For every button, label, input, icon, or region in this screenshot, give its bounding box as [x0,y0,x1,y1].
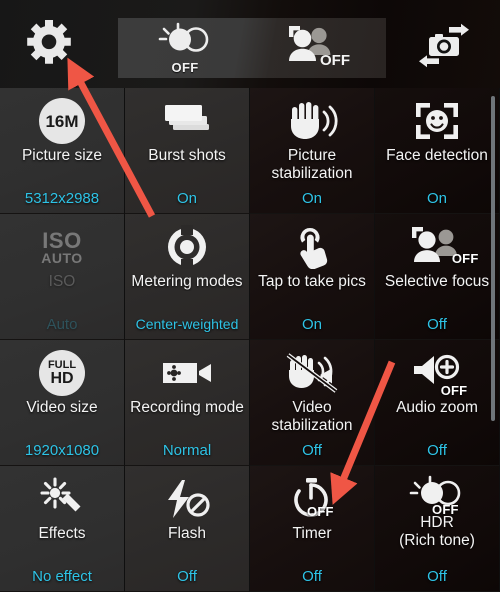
setting-label: Flash [168,525,206,542]
toolbar-switch-camera-button[interactable] [404,18,484,78]
setting-value: On [426,190,447,207]
face-detection-icon [375,97,499,145]
settings-button[interactable] [10,13,88,75]
setting-label: Picture size [21,147,103,164]
gear-icon [24,17,74,72]
setting-label: Video stabilization [271,399,353,434]
video-size-badge-icon: FULL HD [0,349,124,397]
picture-size-badge-icon: 16M [0,97,124,145]
toolbar-hdr-state: OFF [171,60,199,75]
setting-tile-effects[interactable]: Effects No effect [0,466,125,592]
setting-value: No effect [32,568,92,585]
setting-value: Center-weighted [135,316,239,332]
setting-value: Off [302,442,322,459]
setting-label: Tap to take pics [258,273,366,290]
picture-stabilization-icon [250,97,374,145]
setting-tile-timer[interactable]: OFF Timer Off [250,466,375,592]
setting-value: Normal [162,442,212,459]
setting-tile-video-stabilization[interactable]: Video stabilization Off [250,340,375,466]
hdr-off-tag: OFF [432,502,459,518]
setting-tile-burst-shots[interactable]: Burst shots On [125,88,250,214]
dual-camera-icon: OFF [279,23,353,74]
effects-icon [0,475,124,523]
vertical-scrollbar[interactable] [491,96,495,421]
audio-zoom-icon: OFF [375,349,499,397]
selective-focus-off-tag: OFF [451,250,479,266]
setting-label: Selective focus [384,273,490,290]
tap-to-take-pics-icon [250,223,374,271]
setting-tile-face-detection[interactable]: Face detection On [375,88,500,214]
audio-zoom-off-tag: OFF [440,382,468,398]
recording-mode-icon [125,349,249,397]
setting-label: Face detection [386,147,488,164]
setting-label: Timer [292,525,332,542]
setting-label: Audio zoom [396,399,478,416]
setting-tile-recording-mode[interactable]: Recording mode Normal [125,340,250,466]
setting-label: Picture stabilization [271,147,353,182]
setting-tile-metering-modes[interactable]: Metering modes Center-weighted [125,214,250,340]
switch-camera-icon [413,23,475,74]
svg-text:OFF: OFF [320,52,350,69]
setting-tile-picture-stabilization[interactable]: Picture stabilization On [250,88,375,214]
setting-tile-tap-to-take-pics[interactable]: Tap to take pics On [250,214,375,340]
setting-value: Auto [46,316,78,333]
setting-value: 1920x1080 [24,442,100,459]
video-stabilization-icon [250,349,374,397]
video-size-badge-line2: HD [50,370,74,387]
setting-value: On [176,190,197,207]
timer-off-tag: OFF [307,503,334,519]
flash-icon [125,475,249,523]
iso-badge-icon: ISO AUTO [0,223,124,271]
setting-value: Off [427,568,447,585]
setting-tile-hdr-rich-tone[interactable]: OFF HDR (Rich tone) Off [375,466,500,592]
toolbar-hdr-button[interactable]: OFF [132,20,238,76]
setting-tile-video-size[interactable]: FULL HD Video size 1920x1080 [0,340,125,466]
setting-value: Off [302,568,322,585]
setting-tile-picture-size[interactable]: 16M Picture size 5312x2988 [0,88,125,214]
setting-label: Effects [38,525,86,542]
setting-label: Recording mode [130,399,244,416]
iso-badge-line2: AUTO [41,249,83,266]
setting-value: 5312x2988 [24,190,100,207]
toolbar-dual-camera-button[interactable]: OFF [258,20,374,76]
setting-tile-flash[interactable]: Flash Off [125,466,250,592]
setting-value: On [301,316,322,333]
setting-tile-selective-focus[interactable]: OFF Selective focus Off [375,214,500,340]
setting-value: On [301,190,322,207]
setting-label: Video size [26,399,98,416]
burst-shots-icon [125,97,249,145]
iso-badge-line1: ISO [42,227,82,253]
setting-tile-audio-zoom[interactable]: OFF Audio zoom Off [375,340,500,466]
setting-label-line2: (Rich tone) [399,532,475,549]
setting-value: Off [177,568,197,585]
setting-label: Burst shots [148,147,226,164]
camera-settings-grid: 16M Picture size 5312x2988 Burst shots O… [0,88,500,592]
setting-label: Metering modes [131,273,243,290]
selective-focus-icon: OFF [375,223,499,271]
picture-size-badge-text: 16M [45,111,79,131]
setting-value: Off [427,442,447,459]
hdr-icon: OFF [375,472,499,516]
timer-icon: OFF [250,475,374,523]
setting-tile-iso[interactable]: ISO AUTO ISO Auto [0,214,125,340]
metering-modes-icon [125,223,249,271]
setting-value: Off [427,316,447,333]
camera-top-toolbar: OFF OFF [0,0,500,88]
hdr-icon [154,22,216,61]
camera-settings-screen: OFF OFF 16M Picture size 5312x2988 Burst… [0,0,500,592]
setting-label: ISO [48,273,76,290]
